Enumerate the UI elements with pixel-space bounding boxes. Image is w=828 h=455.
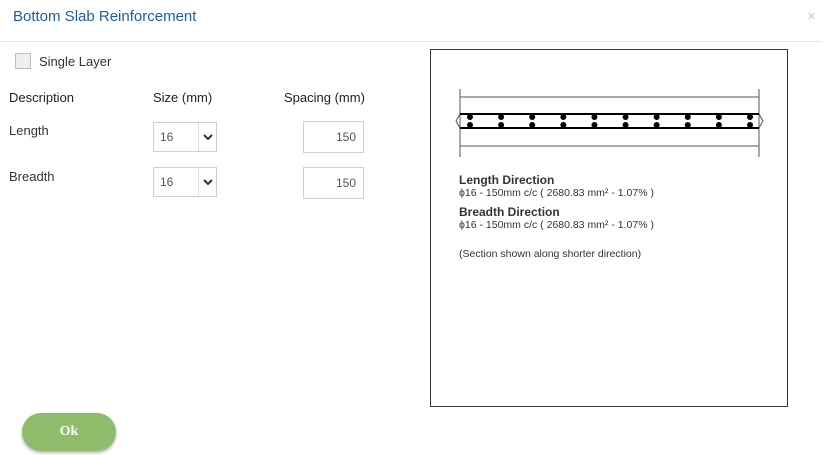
single-layer-checkbox[interactable] [15,53,31,69]
dialog-title: Bottom Slab Reinforcement [13,8,197,25]
size-header: Size (mm) [153,90,213,105]
chevron-down-icon [198,123,216,151]
description-header: Description [9,90,75,105]
rebar-dot [591,114,598,120]
section-preview-panel: Length Direction ϕ16 - 150mm c/c ( 2680.… [430,49,788,407]
breadth-label: Breadth [9,169,55,184]
length-size-select[interactable]: 16 [153,122,217,152]
rebar-dot [467,122,473,128]
rebar-dot [529,114,536,120]
breadth-direction-detail: ϕ16 - 150mm c/c ( 2680.83 mm² - 1.07% ) [459,219,654,231]
rebar-dot [498,122,505,128]
rebar-dot [560,114,567,120]
rebar-dot [622,122,629,128]
single-layer-checkbox-row[interactable]: Single Layer [15,53,111,69]
rebar-dot [622,114,629,120]
length-label: Length [9,123,49,138]
chevron-down-icon [198,168,216,196]
slab-section-diagram [455,89,764,157]
close-icon[interactable]: × [807,8,816,26]
rebar-dot [684,114,691,120]
rebar-dot [715,122,722,128]
rebar-dot [653,122,660,128]
rebar-dot [467,114,473,120]
single-layer-label: Single Layer [39,53,112,69]
length-spacing-input[interactable] [303,121,364,153]
rebar-dot [747,114,753,120]
ok-button[interactable]: Ok [22,413,116,451]
rebar-dot [747,122,753,128]
header-divider [0,41,822,42]
breadth-spacing-input[interactable] [303,167,364,199]
rebar-dot [653,114,660,120]
breadth-size-value: 16 [160,175,174,189]
rebar-dot [498,114,505,120]
length-size-value: 16 [160,130,174,144]
spacing-header: Spacing (mm) [284,90,365,105]
length-direction-detail: ϕ16 - 150mm c/c ( 2680.83 mm² - 1.07% ) [459,187,654,199]
rebar-dot [591,122,598,128]
breadth-size-select[interactable]: 16 [153,167,217,197]
section-note: (Section shown along shorter direction) [459,248,642,260]
breadth-direction-title: Breadth Direction [459,205,560,219]
length-direction-title: Length Direction [459,173,555,187]
rebar-dot [529,122,536,128]
rebar-dot [560,122,567,128]
rebar-dot [684,122,691,128]
rebar-dot [715,114,722,120]
